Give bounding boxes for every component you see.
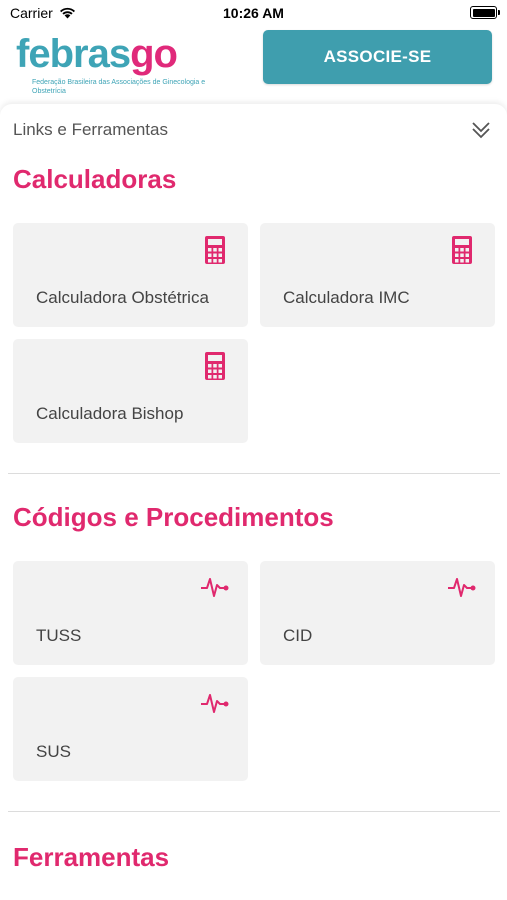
calculator-icon [205, 352, 225, 380]
panel-title: Links e Ferramentas [13, 120, 168, 139]
card-label: Calculadora IMC [283, 288, 410, 307]
section-title-codigos: Códigos e Procedimentos [13, 502, 334, 532]
card-calculadora-imc[interactable]: Calculadora IMC [260, 223, 495, 327]
pulse-icon [448, 578, 476, 597]
status-bar: Carrier 10:26 AM [0, 0, 507, 26]
card-label: Calculadora Bishop [36, 404, 184, 423]
card-label: TUSS [36, 626, 82, 645]
app-header: febrasgo Federação Brasileira das Associ… [0, 26, 507, 106]
section-title-ferramentas: Ferramentas [13, 842, 170, 872]
pulse-icon [201, 578, 229, 597]
battery-icon [470, 6, 500, 19]
card-tuss[interactable]: TUSS [13, 561, 248, 665]
associe-button[interactable]: ASSOCIE-SE [263, 30, 492, 84]
card-label: Calculadora Obstétrica [36, 288, 209, 307]
logo-subtitle: Federação Brasileira das Associações de … [32, 79, 206, 95]
card-sus[interactable]: SUS [13, 677, 248, 781]
clock: 10:26 AM [223, 5, 284, 21]
section-divider [8, 811, 500, 812]
card-label: SUS [36, 742, 71, 761]
section-title-calculadoras: Calculadoras [13, 164, 177, 194]
calculator-icon [452, 236, 472, 264]
card-calculadora-bishop[interactable]: Calculadora Bishop [13, 339, 248, 443]
double-chevron-down-icon[interactable] [470, 118, 492, 142]
section-divider [8, 473, 500, 474]
links-panel: Links e Ferramentas Calculadoras Calcula… [0, 104, 507, 900]
pulse-icon [201, 694, 229, 713]
card-calculadora-obstetrica[interactable]: Calculadora Obstétrica [13, 223, 248, 327]
febrasgo-logo[interactable]: febrasgo Federação Brasileira das Associ… [16, 30, 216, 100]
card-label: CID [283, 626, 313, 645]
calculator-icon [205, 236, 225, 264]
logo-wordmark: febrasgo [16, 32, 178, 76]
card-cid[interactable]: CID [260, 561, 495, 665]
